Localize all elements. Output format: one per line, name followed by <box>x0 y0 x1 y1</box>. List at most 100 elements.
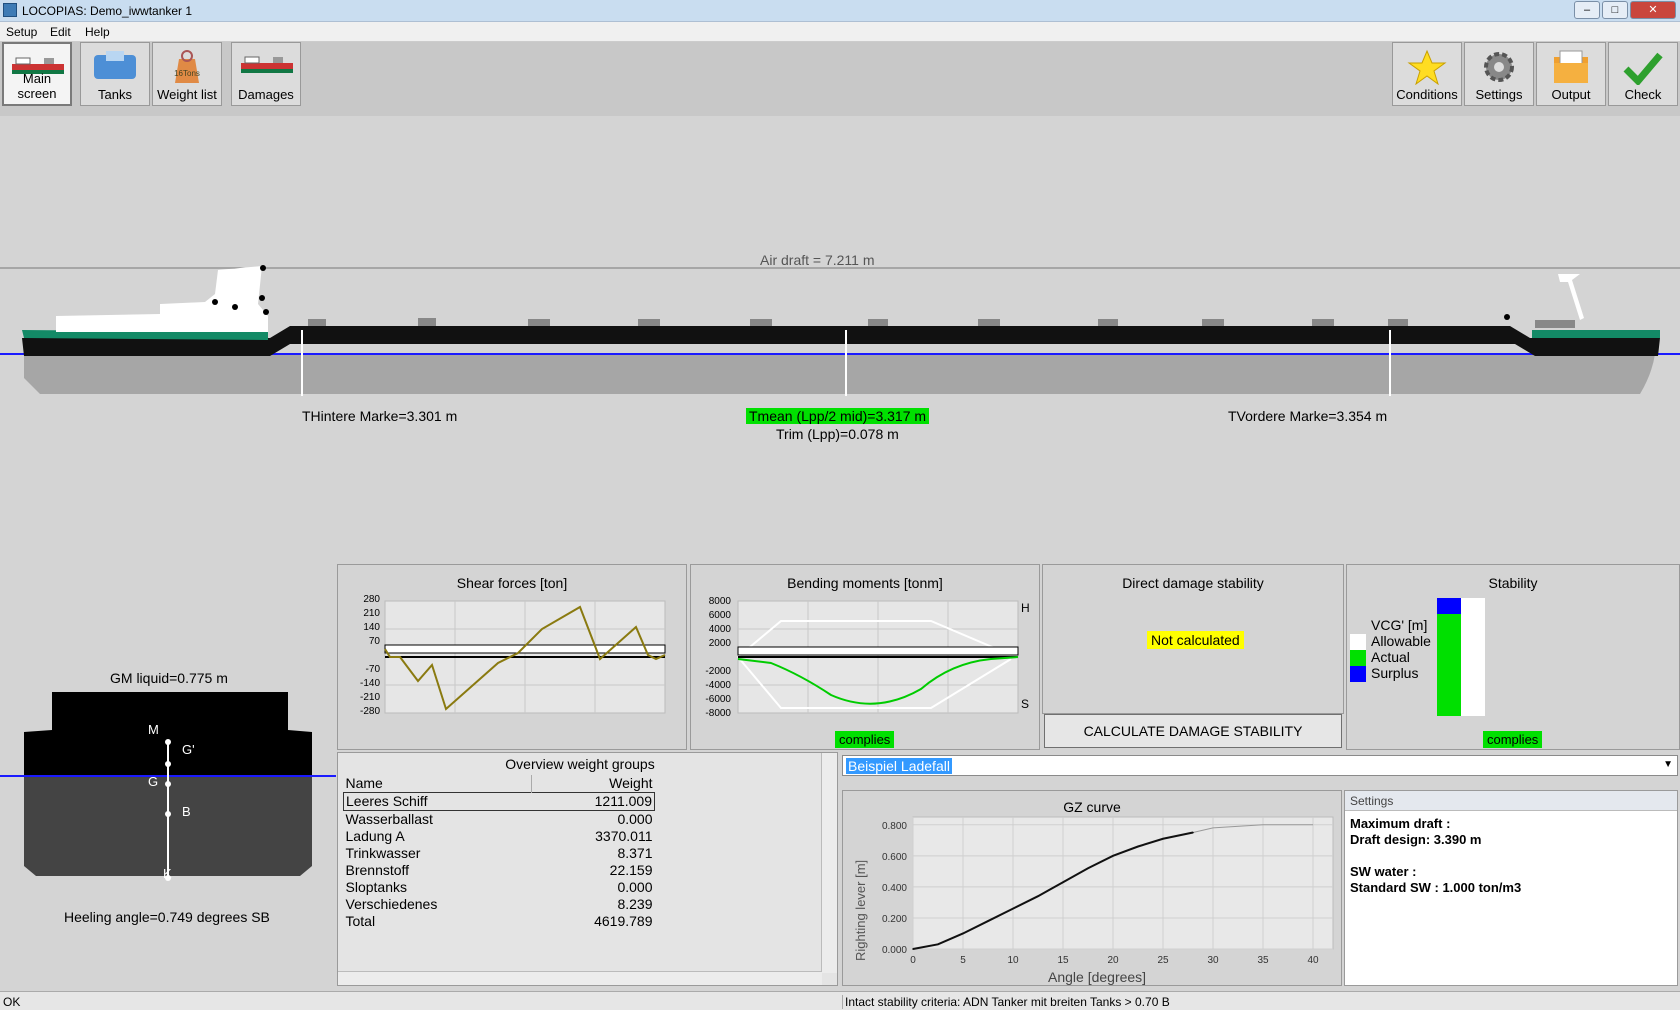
table-row[interactable]: Leeres Schiff 1211.009 <box>342 792 655 811</box>
chevron-down-icon[interactable]: ▼ <box>1663 759 1673 770</box>
folder-icon <box>1554 50 1588 83</box>
gz-data-point <box>1012 907 1014 910</box>
gz-xtick-label: 5 <box>960 955 966 966</box>
menu-edit[interactable]: Edit <box>50 25 71 39</box>
weight-icon: 16Tons <box>174 50 200 83</box>
gz-ytick-label: 0.600 <box>882 852 907 863</box>
horizontal-scrollbar[interactable] <box>338 971 822 985</box>
gm-label: GM liquid=0.775 m <box>110 670 228 686</box>
gz-xtick-label: 40 <box>1307 955 1319 966</box>
gz-chart: 0.800 0.600 0.400 0.200 0.0000 5 10 15 20 25 30 35 4… <box>882 816 1334 966</box>
gz-data-point <box>1112 855 1114 857</box>
gz-plot-area <box>912 816 1334 950</box>
gz-data-point <box>1192 831 1194 834</box>
damage-status-badge: Not calculated <box>1147 631 1244 649</box>
gz-ylabel: Righting lever [m] <box>853 859 868 961</box>
damages-button[interactable]: Damages <box>231 42 301 106</box>
menu-help[interactable]: Help <box>85 25 110 39</box>
close-button[interactable]: ✕ <box>1630 1 1676 19</box>
table-row[interactable]: Ladung A 3370.011 <box>344 828 655 845</box>
bending-h-label: H <box>1021 601 1030 615</box>
window-title: LOCOPIAS: Demo_iwwtanker 1 <box>22 4 193 18</box>
trim-label: Trim (Lpp)=0.078 m <box>776 426 899 442</box>
gz-xtick-label: 20 <box>1107 955 1119 966</box>
tanks-icon <box>94 51 136 79</box>
gz-ytick-label: 0.800 <box>882 821 907 832</box>
calculate-damage-stability-button[interactable]: CALCULATE DAMAGE STABILITY <box>1044 714 1342 748</box>
shear-forces-panel: Shear forces [ton] 280 210 140 70 -70 -140 -21… <box>337 564 687 750</box>
main-screen-button[interactable]: Main screen <box>2 42 72 106</box>
aft-superstructure <box>56 266 268 332</box>
condition-select[interactable]: Beispiel Ladefall ▼ <box>842 755 1678 776</box>
gz-data-point <box>937 943 939 946</box>
gz-data-point <box>1087 867 1089 870</box>
settings-info-text: Maximum draft : Draft design: 3.390 m SW… <box>1350 816 1522 895</box>
gz-ytick-label: 0.200 <box>882 914 907 925</box>
settings-button[interactable]: Settings <box>1464 42 1534 106</box>
table-row[interactable]: Total 4619.789 <box>344 913 655 930</box>
weight-groups-table: Name Weight Leeres Schiff 1211.009 Wasserb… <box>342 775 655 930</box>
settings-info-title: Settings <box>1345 791 1677 811</box>
conditions-button[interactable]: Conditions <box>1392 42 1462 106</box>
bow-mast <box>1558 274 1584 320</box>
gz-data-point <box>987 920 989 922</box>
bending-s-label: S <box>1021 697 1030 711</box>
vertical-scrollbar[interactable] <box>821 753 837 973</box>
point-g: G <box>148 774 159 789</box>
table-row[interactable]: Verschiedenes 8.239 <box>344 896 655 913</box>
surplus-swatch <box>1350 666 1366 682</box>
weight-groups-title: Overview weight groups <box>505 756 655 772</box>
status-bar: OK Intact stability criteria: ADN Tanker… <box>0 991 1680 1010</box>
bending-status-badge: complies <box>835 731 895 748</box>
point-m: M <box>148 722 159 737</box>
stability-panel: Stability VCG' [m] Allowable Actual Surp… <box>1346 564 1680 750</box>
minimize-button[interactable]: – <box>1574 1 1600 19</box>
shear-chart <box>384 600 666 714</box>
svg-text:16Tons: 16Tons <box>174 69 200 78</box>
gz-data-point <box>962 932 964 935</box>
gz-xlabel: Angle [degrees] <box>1048 969 1147 985</box>
vcg-legend-title: VCG' [m] <box>1371 617 1428 633</box>
actual-swatch <box>1350 650 1366 666</box>
app-icon <box>3 3 17 17</box>
gz-ytick-label: 0.400 <box>882 883 907 894</box>
star-icon <box>1407 49 1447 85</box>
damage-stability-panel: Direct damage stability Not calculated <box>1042 564 1344 714</box>
bow-green <box>1532 330 1660 338</box>
gz-xtick-label: 0 <box>910 955 916 966</box>
gz-xtick-label: 30 <box>1207 955 1219 966</box>
allowable-swatch <box>1350 634 1366 650</box>
aft-draft-label: THintere Marke=3.301 m <box>302 408 458 424</box>
checkmark-icon <box>1623 52 1663 85</box>
bending-moments-panel: Bending moments [tonm] 8000 6000 4000 2000-… <box>690 564 1040 750</box>
mean-draft-label: Tmean (Lpp/2 mid)=3.317 m <box>746 408 930 424</box>
vcg-actual-segment <box>1437 614 1461 716</box>
check-button[interactable]: Check <box>1608 42 1678 106</box>
output-button[interactable]: Output <box>1536 42 1606 106</box>
allowable-legend: Allowable <box>1371 633 1431 649</box>
surplus-legend: Surplus <box>1371 665 1419 681</box>
menu-setup[interactable]: Setup <box>6 25 37 39</box>
stability-status-badge: complies <box>1483 731 1543 748</box>
gz-ytick-label: 0.000 <box>882 945 907 956</box>
table-row[interactable]: Trinkwasser 8.371 <box>344 845 655 862</box>
table-row[interactable]: Brennstoff 22.159 <box>344 862 655 879</box>
table-header: Name Weight <box>343 775 653 793</box>
ship-profile-drawing <box>0 265 1680 396</box>
status-criteria: Intact stability criteria: ADN Tanker mi… <box>842 995 1170 1009</box>
hull-underwater <box>24 354 1655 394</box>
ship-side-view: Air draft = 7.211 m THintere Marke=3.301… <box>0 116 1680 564</box>
shear-y-ticks: 280 210 140 70 -70 -140 -210 -280 <box>359 594 380 717</box>
weight-list-button[interactable]: 16Tons Weight list <box>152 42 222 106</box>
table-row[interactable]: Sloptanks 0.000 <box>344 879 655 896</box>
maximize-button[interactable]: □ <box>1602 1 1628 19</box>
settings-info-panel: Settings Maximum draft : Draft design: 3… <box>1344 790 1678 986</box>
tanks-button[interactable]: Tanks <box>80 42 150 106</box>
gz-data-point <box>1162 837 1164 840</box>
title-bar: LOCOPIAS: Demo_iwwtanker 1 – □ ✕ <box>0 0 1680 22</box>
gz-xtick-label: 10 <box>1007 955 1019 966</box>
gz-xtick-label: 25 <box>1157 955 1169 966</box>
table-row[interactable]: Wasserballast 0.000 <box>344 811 655 829</box>
condition-select-value: Beispiel Ladefall <box>846 758 952 774</box>
gz-data-point <box>1037 895 1039 897</box>
